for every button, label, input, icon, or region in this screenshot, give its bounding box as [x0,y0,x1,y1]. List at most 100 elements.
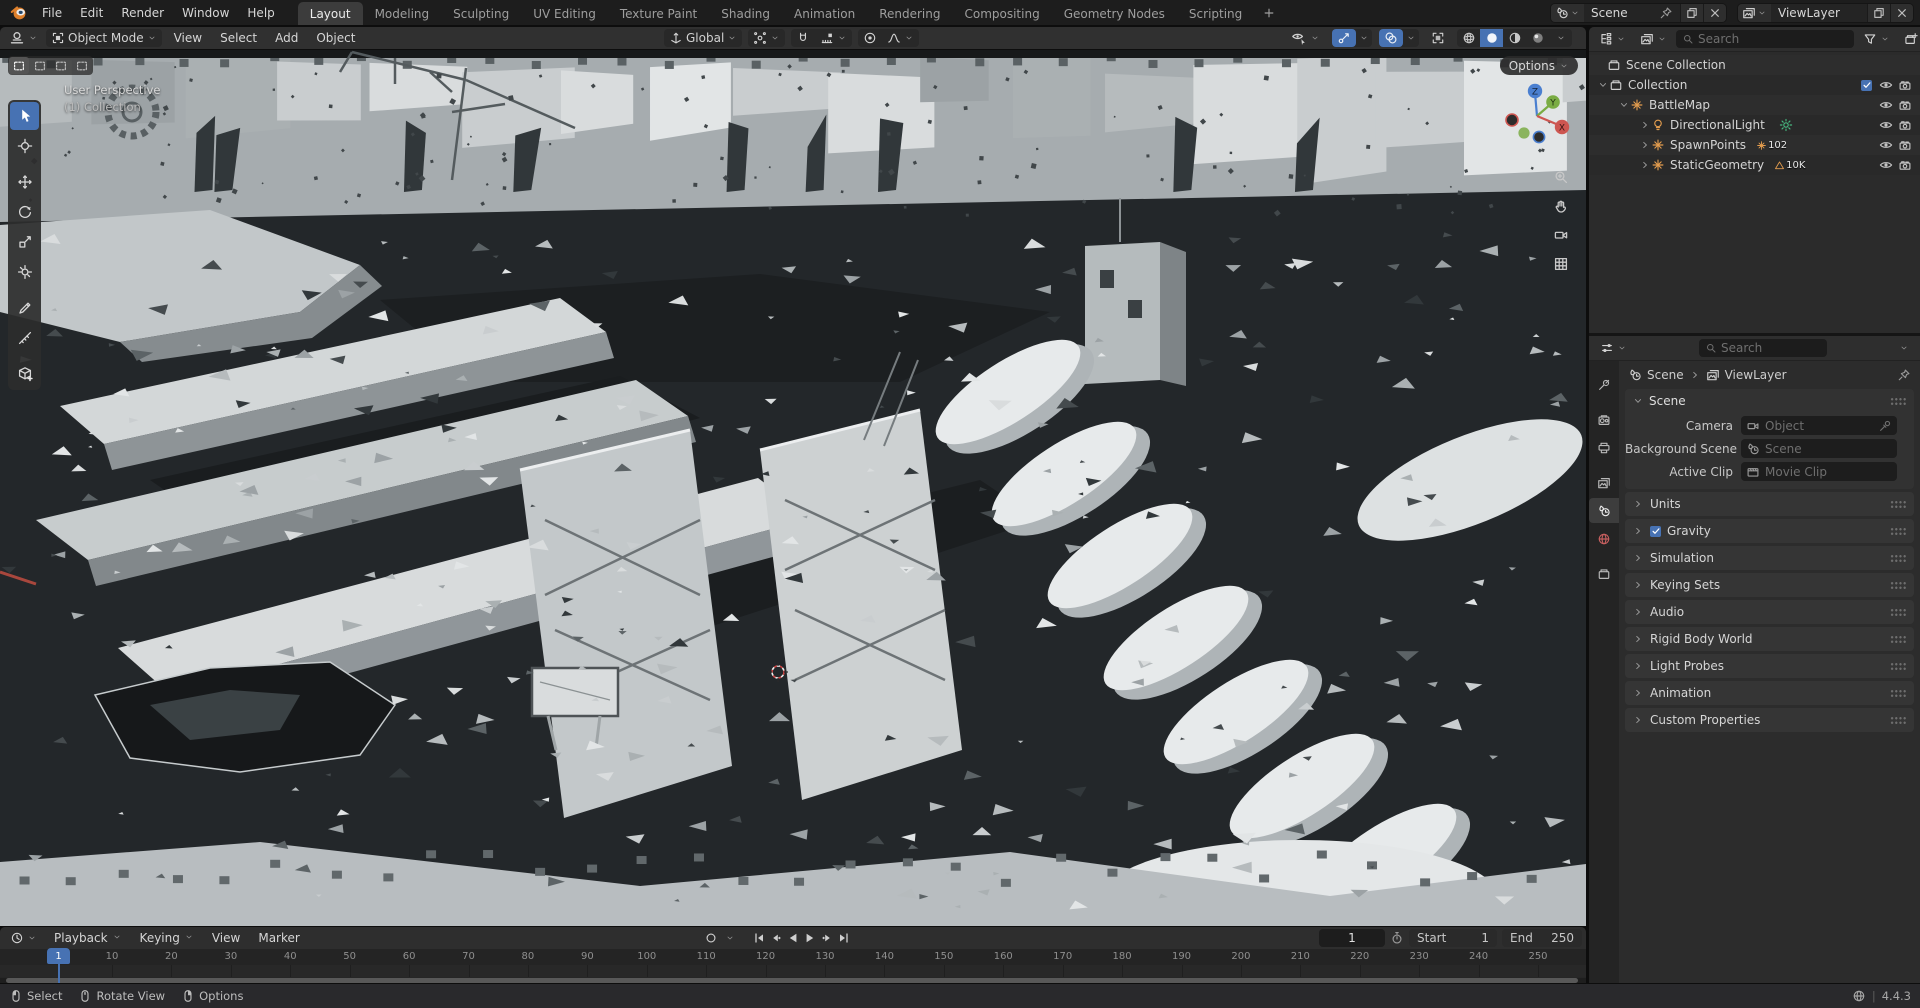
toggle-ortho-button[interactable] [1552,255,1570,273]
timeline-menu-view[interactable]: View [203,928,249,948]
tool-scale[interactable] [10,228,39,256]
panel-animation[interactable]: Animation [1625,681,1914,705]
tool-transform[interactable] [10,258,39,286]
menu-render[interactable]: Render [112,3,173,23]
properties-tab-vlayer[interactable] [1591,470,1617,495]
drag-grip-icon[interactable] [1890,608,1907,617]
jump-to-start-button[interactable] [750,929,767,947]
properties-search-input[interactable] [1721,341,1821,355]
field-camera[interactable]: Object [1741,416,1897,435]
shading-dropdown[interactable] [1549,29,1572,47]
scene-panel-header[interactable]: Scene [1625,389,1914,413]
tool-cursor[interactable] [10,132,39,160]
timeline-track[interactable] [0,965,1586,977]
new-scene-button[interactable] [1680,4,1703,22]
properties-tab-output[interactable] [1591,435,1617,460]
tab-modeling[interactable]: Modeling [363,2,442,25]
end-frame-field[interactable]: End250 [1502,929,1582,947]
panel-keying-sets[interactable]: Keying Sets [1625,573,1914,597]
viewport-menu-add[interactable]: Add [266,28,307,48]
drag-grip-icon[interactable] [1890,397,1907,406]
timeline-editor-type-button[interactable] [5,929,42,947]
view-layer-name-field[interactable]: ViewLayer [1771,6,1867,20]
viewport-menu-view[interactable]: View [165,28,211,48]
breadcrumb-scene[interactable]: Scene [1647,368,1684,382]
proportional-edit-toggle[interactable] [858,29,882,47]
panel-gravity[interactable]: Gravity [1625,519,1914,543]
outliner-filter-button[interactable] [1858,30,1895,48]
outliner-row-spawnpoints[interactable]: SpawnPoints102 [1589,135,1920,155]
jump-to-end-button[interactable] [835,929,852,947]
shading-material-button[interactable] [1503,29,1526,47]
collapse-icon[interactable] [1597,79,1609,91]
disable-in-renders-icon[interactable] [1898,78,1912,92]
field-background-scene[interactable]: Scene [1741,439,1897,458]
outliner-row-battlemap[interactable]: BattleMap [1589,95,1920,115]
menu-window[interactable]: Window [173,3,238,23]
expand-icon[interactable] [1639,159,1651,171]
falloff-dropdown[interactable] [882,29,919,47]
select-mode-subtract[interactable] [51,57,71,74]
outliner-search-input[interactable] [1698,32,1848,46]
panel-light-probes[interactable]: Light Probes [1625,654,1914,678]
tool-add-cube[interactable] [10,360,39,388]
outliner-row-directionallight[interactable]: DirectionalLight [1589,115,1920,135]
outliner-row-scene-collection[interactable]: Scene Collection [1589,55,1920,75]
orientation-dropdown[interactable]: Global [664,29,742,47]
tab-layout[interactable]: Layout [298,2,363,25]
auto-keying-toggle[interactable] [702,929,719,947]
stopwatch-icon[interactable] [1390,931,1404,945]
drag-grip-icon[interactable] [1890,581,1907,590]
scene-browse-button[interactable] [1551,4,1584,22]
properties-collapse-button[interactable] [1894,339,1914,357]
properties-search[interactable] [1699,339,1827,357]
viewport-options-button[interactable]: Options [1500,56,1578,75]
properties-tab-tool[interactable] [1591,372,1617,397]
include-checkbox[interactable] [1861,80,1872,91]
drag-grip-icon[interactable] [1890,716,1907,725]
drag-grip-icon[interactable] [1890,500,1907,509]
tab-compositing[interactable]: Compositing [952,2,1051,25]
new-view-layer-button[interactable] [1867,4,1890,22]
panel-custom-properties[interactable]: Custom Properties [1625,708,1914,732]
drag-grip-icon[interactable] [1890,635,1907,644]
hide-in-viewport-icon[interactable] [1879,98,1893,112]
play-reverse-button[interactable] [784,929,801,947]
tab-uv-editing[interactable]: UV Editing [521,2,608,25]
network-icon[interactable] [1852,989,1866,1003]
tool-select-box[interactable] [10,102,39,130]
panel-simulation[interactable]: Simulation [1625,546,1914,570]
tool-measure[interactable] [10,324,39,352]
expand-icon[interactable] [1639,119,1651,131]
drag-grip-icon[interactable] [1890,662,1907,671]
properties-tab-render[interactable] [1591,407,1617,432]
timeline-menu-playback[interactable]: Playback [45,928,131,948]
breadcrumb-view-layer[interactable]: ViewLayer [1725,368,1787,382]
scene-name-field[interactable]: Scene [1584,6,1680,20]
tab-texture-paint[interactable]: Texture Paint [608,2,709,25]
next-keyframe-button[interactable] [818,929,835,947]
shading-rendered-button[interactable] [1526,29,1549,47]
shading-wireframe-button[interactable] [1457,29,1480,47]
current-frame-field[interactable]: 1 [1319,929,1385,947]
properties-tab-world[interactable] [1591,526,1617,551]
pin-icon[interactable] [1897,368,1911,382]
pan-button[interactable] [1552,197,1570,215]
select-mode-extend[interactable] [30,57,50,74]
select-mode-intersect[interactable] [72,57,92,74]
gravity-checkbox[interactable] [1650,526,1661,537]
timeline-scrollbar[interactable] [0,978,1586,983]
playhead[interactable]: 1 [47,948,70,964]
outliner-filter-mode-button[interactable] [1635,30,1672,48]
tab-sculpting[interactable]: Sculpting [441,2,521,25]
navigation-gizmo[interactable]: ZYX [1497,76,1577,156]
tool-move[interactable] [10,168,39,196]
menu-help[interactable]: Help [238,3,283,23]
editor-type-button[interactable] [4,29,43,47]
outliner-display-mode-button[interactable] [1594,30,1631,48]
outliner-search[interactable] [1676,30,1854,48]
tab-scripting[interactable]: Scripting [1177,2,1254,25]
tool-rotate[interactable] [10,198,39,226]
panel-audio[interactable]: Audio [1625,600,1914,624]
mode-dropdown[interactable]: Object Mode [46,29,162,47]
